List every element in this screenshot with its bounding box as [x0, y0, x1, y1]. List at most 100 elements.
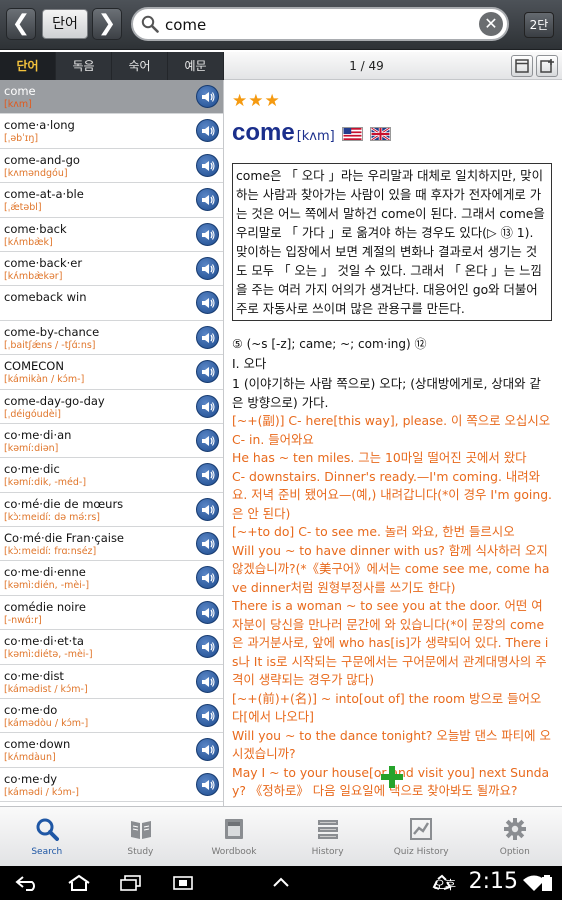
clock: 2:15 — [468, 869, 518, 894]
speaker-icon[interactable] — [196, 635, 219, 659]
speaker-icon[interactable] — [196, 256, 219, 280]
uk-flag-icon[interactable] — [369, 127, 391, 141]
nav-quiz-history[interactable]: Quiz History — [374, 807, 468, 866]
speaker-icon[interactable] — [196, 463, 219, 487]
home-icon[interactable] — [66, 874, 92, 892]
word-text: comédie noire — [4, 599, 86, 614]
word-text: co·me·dy — [4, 771, 58, 786]
word-text: Co·mé·die Fran·çaise — [4, 531, 125, 546]
nav-option[interactable]: Option — [468, 807, 562, 866]
nav-wordbook[interactable]: Wordbook — [187, 807, 281, 866]
word-list-item[interactable]: comédie noire [-nwɑ́ːr] — [0, 596, 223, 631]
word-list-item[interactable]: come [kʌm] — [0, 80, 223, 115]
nav-study[interactable]: Study — [94, 807, 188, 866]
speaker-icon[interactable] — [196, 291, 219, 315]
screenshot-icon[interactable] — [170, 874, 196, 892]
word-list-item[interactable]: Co·mé·die Fran·çaise [kɔ̀ːmeidíː frɑːnséz… — [0, 527, 223, 562]
add-icon[interactable] — [381, 766, 403, 788]
tab-word[interactable]: 단어 — [0, 52, 56, 80]
word-text: come·back·er — [4, 255, 83, 270]
word-list-item[interactable]: co·me·do [kámǝdòu / kɔ́m-] — [0, 699, 223, 734]
word-list-item[interactable]: co·mé·die de mœurs [kɔ̀ːmeidíː dǝ mǝ́ːrs] — [0, 493, 223, 528]
word-pronunciation: [kǝmíːdiǝn] — [4, 442, 59, 454]
word-pronunciation: [kɔ̀ːmeidíː frɑːnséz] — [4, 546, 97, 558]
word-list-item[interactable]: comeback win — [0, 286, 223, 321]
speaker-icon[interactable] — [196, 119, 219, 143]
speaker-icon[interactable] — [196, 600, 219, 624]
tab-idiom[interactable]: 숙어 — [112, 52, 168, 80]
word-text: co·me·dist — [4, 668, 64, 683]
word-pronunciation: [kʌ́mdàun] — [4, 752, 56, 764]
word-list-item[interactable]: come·back [kʌ́mbæ̀k] — [0, 218, 223, 252]
search-mode-button[interactable]: 단어 — [42, 9, 88, 39]
word-list-item[interactable]: come-day-go-day [ˌdéigóudèi] — [0, 390, 223, 424]
speaker-icon[interactable] — [196, 360, 219, 384]
word-list-item[interactable]: come-at-a·ble [ˌǽtǝbl] — [0, 183, 223, 218]
two-column-button[interactable]: 2단 — [524, 12, 554, 38]
am-pm: 오후 — [433, 878, 456, 892]
frequency-stars: ★★★ — [232, 91, 281, 111]
word-list-item[interactable]: co·me·di·et·ta [kǝmìːdiétǝ, -mèi-] — [0, 630, 223, 665]
word-list-item[interactable]: co·me·di·an [kǝmíːdiǝn] — [0, 424, 223, 459]
grammar-info: ⑤ (~s [-z]; came; ~; com·ing) ⑫ — [232, 337, 427, 351]
headword-pronunciation: [kʌm] — [296, 129, 335, 144]
word-pronunciation: [kʌm] — [4, 99, 32, 110]
nav-search[interactable]: Search — [0, 807, 94, 866]
back-button[interactable]: ❮ — [6, 8, 36, 40]
examples: [~+(副)] C- here[this way], please. 이 쪽으로… — [232, 412, 552, 801]
word-list-item[interactable]: co·me·dic [kǝmíːdik, -méd-] — [0, 458, 223, 493]
speaker-icon[interactable] — [196, 188, 219, 212]
speaker-icon[interactable] — [196, 738, 219, 762]
word-list[interactable]: come [kʌm] come·a·long [ˌəbˈɪŋ] come-and-go[… — [0, 80, 224, 806]
search-input[interactable] — [165, 14, 465, 36]
example-sentence: [~+(前)+(名)] ~ into[out of] the room 방으로 … — [232, 690, 542, 725]
nav-history[interactable]: History — [281, 807, 375, 866]
tab-pronunciation[interactable]: 독음 — [56, 52, 112, 80]
word-list-item[interactable]: come-and-go [kʌmǝndgóu] — [0, 149, 223, 184]
add-wordbook-icon[interactable] — [536, 55, 558, 77]
history-icon — [317, 820, 338, 839]
chevron-up-icon[interactable] — [268, 874, 294, 892]
window-icon[interactable] — [511, 55, 533, 77]
word-list-item[interactable]: come-by-chance [ˌbaitʃǽns / -tʃɑ́ːns] — [0, 321, 223, 356]
word-list-item[interactable]: come·a·long [ˌəbˈɪŋ] — [0, 114, 223, 149]
speaker-icon[interactable] — [196, 222, 219, 246]
word-list-item[interactable]: come·back·er [kʌ́mbæ̀kǝr] — [0, 252, 223, 287]
us-flag-icon[interactable] — [341, 127, 363, 141]
clear-search-button[interactable]: ✕ — [479, 12, 503, 36]
word-text: come·down — [4, 737, 71, 752]
back-icon[interactable] — [14, 874, 40, 892]
word-pronunciation: [kʌ́mbæ̀k] — [4, 236, 53, 248]
speaker-icon[interactable] — [196, 566, 219, 590]
word-list-item[interactable]: COMECON [kámikàn / kɔ́m-] — [0, 355, 223, 390]
tab-example[interactable]: 예문 — [168, 52, 224, 80]
forward-button[interactable]: ❯ — [92, 8, 122, 40]
speaker-icon[interactable] — [196, 532, 219, 556]
word-text: co·me·di·enne — [4, 565, 86, 580]
speaker-icon[interactable] — [196, 669, 219, 693]
word-list-item[interactable]: come·down [kʌ́mdàun] — [0, 733, 223, 768]
word-list-item[interactable]: co·me·dy [kámǝdi / kɔ́m-] — [0, 768, 223, 803]
speaker-icon[interactable] — [196, 394, 219, 418]
page-indicator: 1 / 49 — [349, 59, 384, 73]
speaker-icon[interactable] — [196, 704, 219, 728]
example-sentence: [~+(副)] C- here[this way], please. 이 쪽으로… — [232, 413, 551, 428]
nav-label: Wordbook — [211, 847, 257, 857]
speaker-icon[interactable] — [196, 428, 219, 452]
word-pronunciation: [ˌəbˈɪŋ] — [4, 133, 39, 145]
example-sentence: He has ~ ten miles. 그는 10마일 떨어진 곳에서 왔다 — [232, 450, 527, 465]
example-sentence: There is a woman ~ to see you at the doo… — [232, 598, 549, 687]
speaker-icon[interactable] — [196, 497, 219, 521]
speaker-icon[interactable] — [196, 772, 219, 796]
speaker-icon[interactable] — [196, 153, 219, 177]
word-pronunciation: [-nwɑ́ːr] — [4, 614, 42, 626]
word-list-item[interactable]: co·me·di·enne [kǝmìːdién, -mèi-] — [0, 561, 223, 596]
close-icon: ✕ — [484, 14, 498, 33]
word-pronunciation: [kǝmìːdiétǝ, -mèi-] — [4, 649, 93, 661]
example-sentence: C- in. 들어와요 — [232, 431, 314, 447]
speaker-icon[interactable] — [196, 85, 219, 108]
recent-apps-icon[interactable] — [118, 874, 144, 892]
speaker-icon[interactable] — [196, 325, 219, 349]
word-list-item[interactable]: co·me·dist [kámǝdist / kɔ́m-] — [0, 665, 223, 700]
entry-content[interactable]: ★★★ come [kʌm] come은 「 오다 」라는 우리말과 대체로 일치… — [224, 81, 562, 806]
